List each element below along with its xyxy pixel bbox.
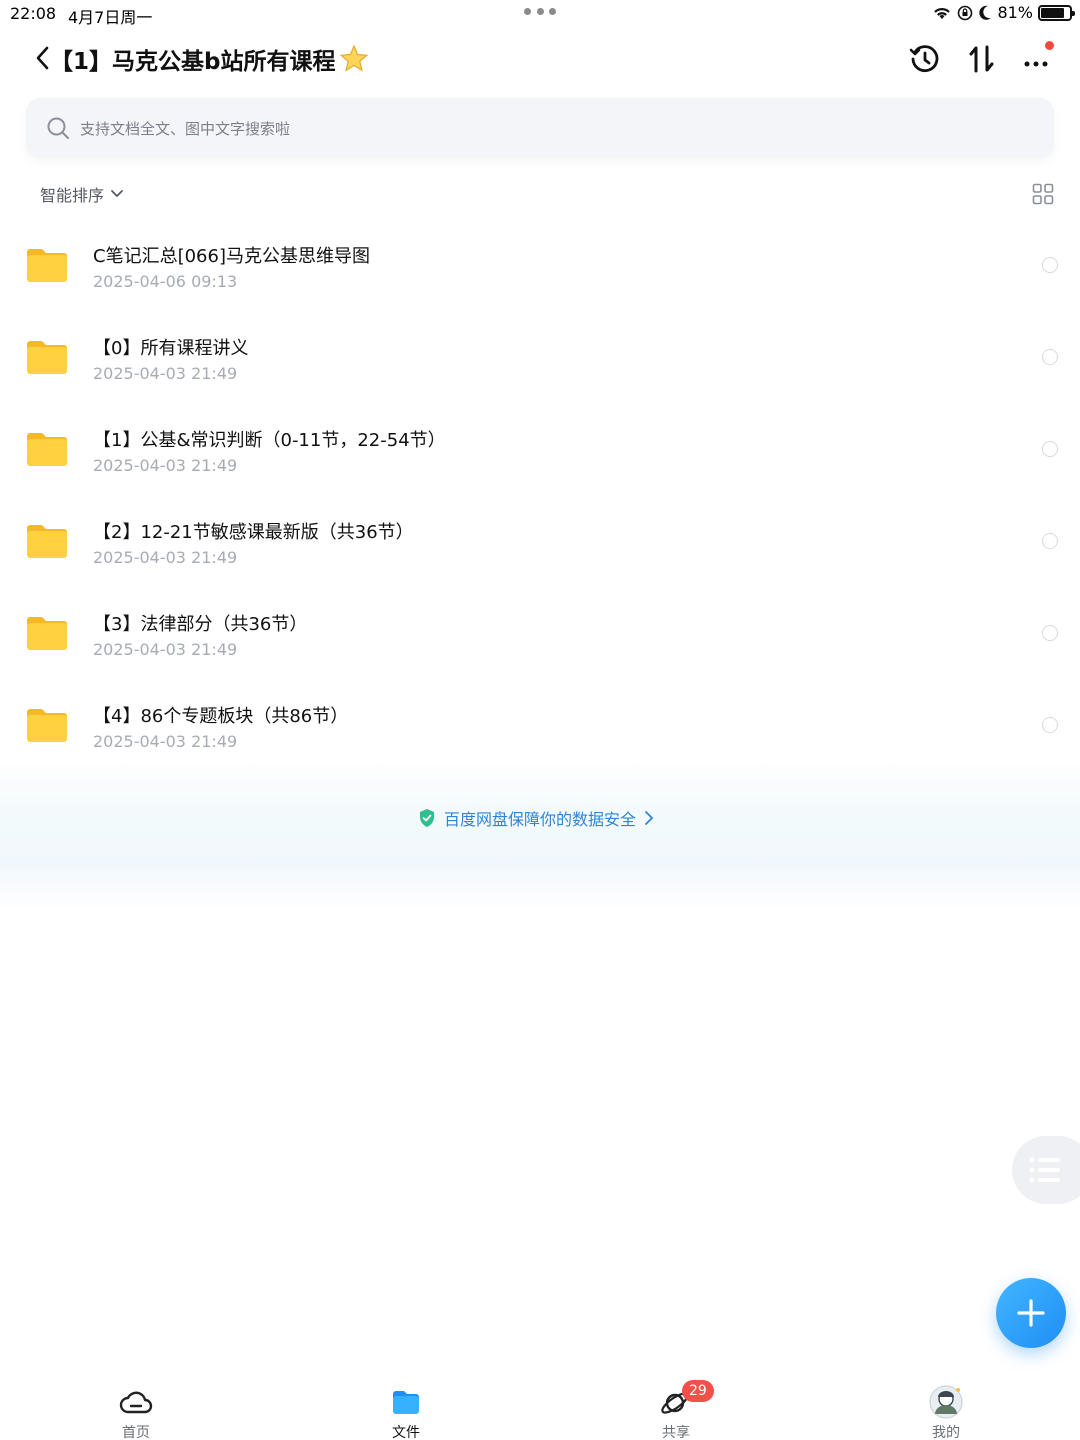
bottom-tab-bar: 首页 文件 29 共享 我的	[0, 1372, 1080, 1440]
file-name: 【0】所有课程讲义	[93, 338, 249, 359]
file-row[interactable]: 【2】12-21节敏感课最新版（共36节） 2025-04-03 21:49	[0, 494, 1080, 586]
grid-view-icon[interactable]	[1032, 183, 1054, 205]
list-icon	[1029, 1157, 1060, 1183]
wifi-icon	[934, 7, 951, 19]
tab-share[interactable]: 29 共享	[631, 1372, 721, 1440]
status-date: 4月7日周一	[68, 8, 153, 27]
shield-icon	[420, 809, 434, 827]
file-name: 【2】12-21节敏感课最新版（共36节）	[93, 522, 414, 543]
notification-dot	[1045, 41, 1054, 50]
chevron-right-icon	[645, 811, 654, 825]
file-list: C笔记汇总[066]马克公基思维导图 2025-04-06 09:13 【0】所…	[0, 218, 1080, 770]
tab-me[interactable]: 我的	[901, 1372, 991, 1440]
file-name: 【4】86个专题板块（共86节）	[93, 706, 349, 727]
file-name: 【1】公基&常识判断（0-11节，22-54节）	[93, 430, 446, 451]
orientation-lock-icon	[958, 5, 973, 20]
select-radio[interactable]	[1042, 717, 1058, 733]
search-input[interactable]: 支持文档全文、图中文字搜索啦	[26, 98, 1054, 158]
select-radio[interactable]	[1042, 533, 1058, 549]
multitask-dots-icon[interactable]	[524, 8, 556, 16]
cloud-home-icon	[119, 1391, 153, 1414]
file-time: 2025-04-06 09:13	[93, 272, 238, 291]
select-radio[interactable]	[1042, 349, 1058, 365]
sort-dropdown[interactable]: 智能排序	[40, 182, 124, 206]
file-row[interactable]: 【0】所有课程讲义 2025-04-03 21:49	[0, 310, 1080, 402]
status-bar: 22:08 4月7日周一 81%	[0, 0, 1080, 28]
more-button[interactable]	[1020, 41, 1054, 76]
battery-icon	[1038, 4, 1075, 21]
file-time: 2025-04-03 21:49	[93, 548, 238, 567]
moon-icon	[979, 5, 992, 20]
tab-home[interactable]: 首页	[91, 1372, 181, 1440]
transfer-sort-icon[interactable]	[965, 42, 999, 76]
header: 【1】马克公基b站所有课程	[0, 36, 1080, 82]
tab-files-label: 文件	[392, 1425, 420, 1440]
search-icon	[47, 117, 69, 139]
folder-icon	[27, 433, 67, 466]
folder-icon	[27, 249, 67, 282]
floating-list-button[interactable]	[1012, 1136, 1080, 1204]
select-radio[interactable]	[1042, 441, 1058, 457]
safety-banner-link[interactable]: 百度网盘保障你的数据安全	[418, 806, 654, 830]
file-row[interactable]: 【4】86个专题板块（共86节） 2025-04-03 21:49	[0, 678, 1080, 770]
select-radio[interactable]	[1042, 625, 1058, 641]
tab-me-label: 我的	[932, 1425, 960, 1440]
search-placeholder: 支持文档全文、图中文字搜索啦	[80, 120, 291, 138]
file-time: 2025-04-03 21:49	[93, 732, 238, 751]
star-icon	[340, 44, 369, 72]
file-time: 2025-04-03 21:49	[93, 456, 238, 475]
folder-icon	[27, 709, 67, 742]
file-name: C笔记汇总[066]马克公基思维导图	[93, 246, 370, 267]
plus-icon	[1017, 1299, 1045, 1327]
folder-icon	[27, 525, 67, 558]
status-time: 22:08	[10, 4, 57, 23]
folder-icon	[27, 617, 67, 650]
battery-percent: 81%	[997, 3, 1033, 22]
avatar	[929, 1385, 963, 1419]
history-icon[interactable]	[908, 42, 942, 76]
page-title-text: 【1】马克公基b站所有课程	[50, 49, 336, 75]
tab-home-label: 首页	[122, 1425, 150, 1440]
file-row[interactable]: 【3】法律部分（共36节） 2025-04-03 21:49	[0, 586, 1080, 678]
file-time: 2025-04-03 21:49	[93, 364, 238, 383]
select-radio[interactable]	[1042, 257, 1058, 273]
file-row[interactable]: 【1】公基&常识判断（0-11节，22-54节） 2025-04-03 21:4…	[0, 402, 1080, 494]
share-badge: 29	[682, 1380, 714, 1402]
page-title: 【1】马克公基b站所有课程	[50, 42, 369, 76]
chevron-down-icon	[111, 190, 123, 198]
files-folder-icon	[393, 1391, 419, 1414]
add-button[interactable]	[996, 1278, 1066, 1348]
safety-banner-background	[0, 760, 1080, 910]
file-row[interactable]: C笔记汇总[066]马克公基思维导图 2025-04-06 09:13	[0, 218, 1080, 310]
safety-banner-text: 百度网盘保障你的数据安全	[444, 810, 637, 829]
file-time: 2025-04-03 21:49	[93, 640, 238, 659]
tab-files[interactable]: 文件	[361, 1372, 451, 1440]
folder-icon	[27, 341, 67, 374]
file-name: 【3】法律部分（共36节）	[93, 614, 308, 635]
sort-label: 智能排序	[40, 186, 105, 205]
tab-share-label: 共享	[662, 1425, 690, 1440]
system-indicators: 81%	[932, 3, 1075, 22]
